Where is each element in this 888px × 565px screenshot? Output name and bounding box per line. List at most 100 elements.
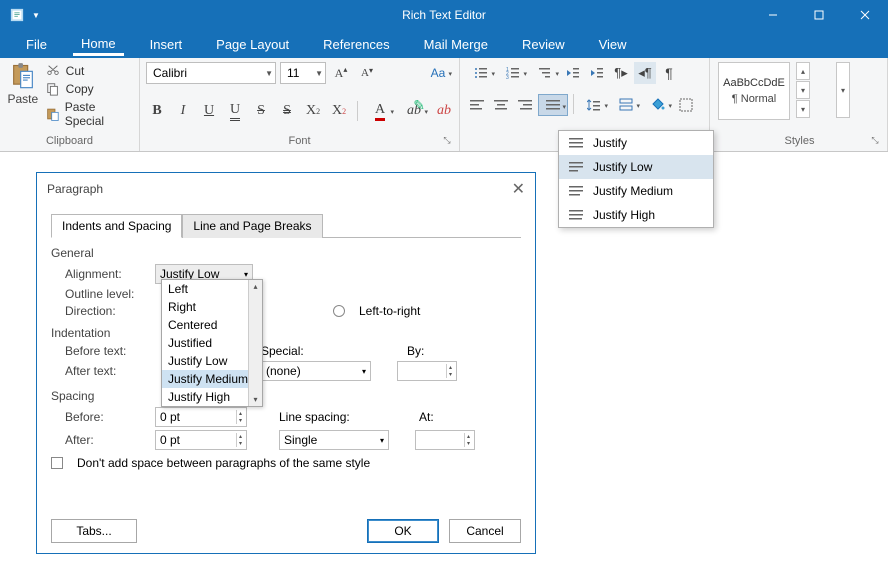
after-spinner[interactable]: 0 pt▴▾ bbox=[155, 430, 247, 450]
superscript-button[interactable]: X2 bbox=[302, 100, 324, 122]
borders-button[interactable] bbox=[675, 94, 697, 116]
font-color-button[interactable]: A▾ bbox=[365, 100, 395, 122]
ok-button[interactable]: OK bbox=[367, 519, 439, 543]
before-text-label: Before text: bbox=[51, 344, 147, 358]
subscript-button[interactable]: X2 bbox=[328, 100, 350, 122]
font-group-label: Font⤡ bbox=[146, 133, 453, 149]
paste-button[interactable]: Paste bbox=[6, 62, 40, 106]
align-left-button[interactable] bbox=[466, 94, 488, 116]
cancel-button[interactable]: Cancel bbox=[449, 519, 521, 543]
tab-indents-spacing[interactable]: Indents and Spacing bbox=[51, 214, 182, 238]
close-button[interactable] bbox=[842, 0, 888, 30]
before-spinner[interactable]: 0 pt▴▾ bbox=[155, 407, 247, 427]
alignment-scrollbar[interactable]: ▴▾ bbox=[248, 280, 262, 406]
dialog-close-button[interactable]: ✕ bbox=[512, 179, 525, 199]
align-center-button[interactable] bbox=[490, 94, 512, 116]
tab-mail-merge[interactable]: Mail Merge bbox=[416, 33, 496, 56]
copy-icon bbox=[46, 82, 60, 96]
scissors-icon bbox=[46, 64, 60, 78]
qat-dropdown-icon[interactable]: ▼ bbox=[32, 11, 40, 20]
special-label: Special: bbox=[261, 344, 331, 358]
bold-button[interactable]: B bbox=[146, 100, 168, 122]
rtl-button[interactable]: ◂¶ bbox=[634, 62, 656, 84]
editing-more[interactable]: ▾ bbox=[836, 62, 850, 118]
at-spinner[interactable]: ▴▾ bbox=[415, 430, 475, 450]
opt-centered[interactable]: Centered bbox=[162, 316, 262, 334]
italic-button[interactable]: I bbox=[172, 100, 194, 122]
numbering-button[interactable]: 123▾ bbox=[498, 62, 528, 84]
justify-medium-item[interactable]: Justify Medium bbox=[559, 179, 713, 203]
tab-references[interactable]: References bbox=[315, 33, 397, 56]
opt-justified[interactable]: Justified bbox=[162, 334, 262, 352]
justify-high-item[interactable]: Justify High bbox=[559, 203, 713, 227]
line-spacing-button[interactable]: ▾ bbox=[579, 94, 609, 116]
grow-font-button[interactable]: A▴ bbox=[330, 62, 352, 84]
opt-justify-low[interactable]: Justify Low bbox=[162, 352, 262, 370]
tab-line-page-breaks[interactable]: Line and Page Breaks bbox=[182, 214, 322, 238]
maximize-button[interactable] bbox=[796, 0, 842, 30]
para-spacing-button[interactable]: ▾ bbox=[611, 94, 641, 116]
tab-file[interactable]: File bbox=[18, 33, 55, 56]
show-marks-button[interactable]: ¶ bbox=[658, 62, 680, 84]
bullets-button[interactable]: ▾ bbox=[466, 62, 496, 84]
group-styles: AaBbCcDdE ¶ Normal ▴▾▾ ▾ Styles⤡ bbox=[710, 58, 888, 151]
indent-label: Indentation bbox=[51, 326, 521, 340]
minimize-button[interactable] bbox=[750, 0, 796, 30]
spacing-label: Spacing bbox=[51, 389, 521, 403]
change-case-button[interactable]: Aa▾ bbox=[423, 62, 453, 84]
opt-right[interactable]: Right bbox=[162, 298, 262, 316]
font-launcher[interactable]: ⤡ bbox=[441, 135, 453, 147]
general-label: General bbox=[51, 246, 521, 260]
at-label: At: bbox=[419, 410, 434, 424]
strikethrough-button[interactable]: S bbox=[250, 100, 272, 122]
increase-indent-button[interactable] bbox=[586, 62, 608, 84]
alignment-dropdown: Left Right Centered Justified Justify Lo… bbox=[161, 279, 263, 407]
tab-review[interactable]: Review bbox=[514, 33, 573, 56]
paste-special-button[interactable]: Paste Special bbox=[46, 100, 133, 128]
double-underline-button[interactable]: U bbox=[224, 100, 246, 122]
underline-button[interactable]: U bbox=[198, 100, 220, 122]
decrease-indent-button[interactable] bbox=[562, 62, 584, 84]
alignment-label: Alignment: bbox=[51, 267, 147, 281]
ltr-label: Left-to-right bbox=[359, 304, 420, 318]
font-name-combo[interactable]: Calibri▼ bbox=[146, 62, 276, 84]
style-gallery-scroll[interactable]: ▴▾▾ bbox=[796, 62, 810, 118]
paste-icon bbox=[9, 62, 37, 90]
font-size-combo[interactable]: 11▼ bbox=[280, 62, 326, 84]
opt-justify-medium[interactable]: Justify Medium bbox=[162, 370, 262, 388]
multilevel-button[interactable]: ▾ bbox=[530, 62, 560, 84]
special-combo[interactable]: (none)▾ bbox=[261, 361, 371, 381]
dont-add-checkbox[interactable] bbox=[51, 457, 63, 469]
group-clipboard: Paste Cut Copy Paste Special Clipboard bbox=[0, 58, 140, 151]
align-right-button[interactable] bbox=[514, 94, 536, 116]
title-bar: ▼ Rich Text Editor bbox=[0, 0, 888, 30]
style-normal[interactable]: AaBbCcDdE ¶ Normal bbox=[718, 62, 790, 120]
ltr-button[interactable]: ¶▸ bbox=[610, 62, 632, 84]
clear-formatting-button[interactable]: ab bbox=[433, 100, 455, 122]
highlight-button[interactable]: ab✎▾ bbox=[399, 100, 429, 122]
by-label: By: bbox=[407, 344, 424, 358]
tab-home[interactable]: Home bbox=[73, 32, 124, 56]
justify-low-item[interactable]: Justify Low bbox=[559, 155, 713, 179]
linespacing-combo[interactable]: Single▾ bbox=[279, 430, 389, 450]
by-spinner[interactable]: ▴▾ bbox=[397, 361, 457, 381]
tabs-button[interactable]: Tabs... bbox=[51, 519, 137, 543]
justify-split-button[interactable]: ▾ bbox=[538, 94, 568, 116]
paste-special-icon bbox=[46, 107, 59, 121]
group-font: Calibri▼ 11▼ A▴ A▾ Aa▾ B I U U S S X2 X2… bbox=[140, 58, 460, 151]
ltr-radio[interactable] bbox=[333, 305, 345, 317]
justify-item[interactable]: Justify bbox=[559, 131, 713, 155]
copy-button[interactable]: Copy bbox=[46, 82, 133, 96]
after-text-label: After text: bbox=[51, 364, 147, 378]
tab-page-layout[interactable]: Page Layout bbox=[208, 33, 297, 56]
tab-insert[interactable]: Insert bbox=[142, 33, 191, 56]
cut-button[interactable]: Cut bbox=[46, 64, 133, 78]
opt-justify-high[interactable]: Justify High bbox=[162, 388, 262, 406]
opt-left[interactable]: Left bbox=[162, 280, 262, 298]
shrink-font-button[interactable]: A▾ bbox=[356, 62, 378, 84]
styles-launcher[interactable]: ⤡ bbox=[869, 135, 881, 147]
double-strikethrough-button[interactable]: S bbox=[276, 100, 298, 122]
shading-button[interactable]: ▾ bbox=[643, 94, 673, 116]
after-label: After: bbox=[51, 433, 147, 447]
tab-view[interactable]: View bbox=[591, 33, 635, 56]
